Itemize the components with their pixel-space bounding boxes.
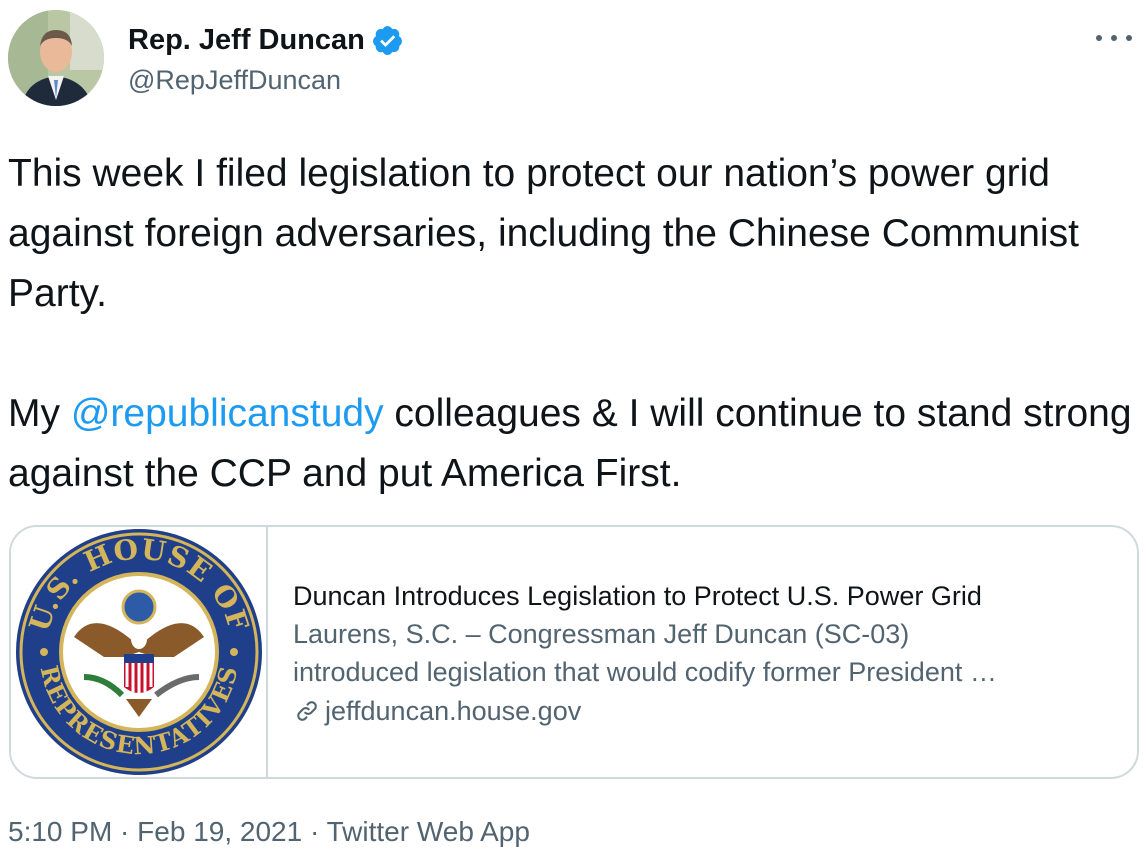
card-domain-text: jeffduncan.house.gov	[325, 696, 582, 726]
tweet-author: Rep. Jeff Duncan @RepJeffDuncan	[128, 22, 404, 98]
card-domain: jeffduncan.house.gov	[293, 691, 1137, 731]
tweet-text-segment: My	[8, 392, 71, 435]
tweet-meta: 5:10 PM · Feb 19, 2021 · Twitter Web App	[8, 812, 530, 852]
avatar[interactable]	[8, 10, 104, 106]
meta-separator: ·	[112, 816, 138, 847]
tweet-time[interactable]: 5:10 PM	[8, 816, 112, 847]
tweet-text: This week I filed legislation to protect…	[8, 144, 1138, 504]
link-icon	[297, 701, 317, 721]
more-options-button[interactable]	[1096, 26, 1132, 50]
author-handle[interactable]: @RepJeffDuncan	[128, 62, 404, 98]
more-dot-icon	[1111, 35, 1117, 41]
house-seal-icon: U.S. HOUSE OF REPRESENTATIVES	[15, 529, 262, 775]
card-title: Duncan Introduces Legislation to Protect…	[293, 581, 982, 611]
tweet-date[interactable]: Feb 19, 2021	[137, 816, 302, 847]
tweet-paragraph-1: This week I filed legislation to protect…	[8, 152, 1079, 315]
tweet-paragraph-2: My @republicanstudy colleagues & I will …	[8, 384, 1138, 504]
card-description-line-2: introduced legislation that would codify…	[293, 657, 997, 687]
mention-link[interactable]: @republicanstudy	[71, 392, 384, 435]
verified-badge-icon	[372, 25, 402, 55]
card-description-line-1: Laurens, S.C. – Congressman Jeff Duncan …	[293, 619, 910, 649]
link-preview-card[interactable]: U.S. HOUSE OF REPRESENTATIVES Duncan Int…	[9, 525, 1139, 779]
card-body: Duncan Introduces Legislation to Protect…	[268, 527, 1137, 777]
more-dot-icon	[1096, 35, 1102, 41]
tweet-source[interactable]: Twitter Web App	[327, 816, 530, 847]
card-thumbnail: U.S. HOUSE OF REPRESENTATIVES	[11, 527, 268, 777]
more-dot-icon	[1126, 35, 1132, 41]
profile-photo-icon	[8, 10, 104, 106]
meta-separator: ·	[302, 816, 327, 847]
author-name[interactable]: Rep. Jeff Duncan	[128, 22, 365, 58]
author-name-row: Rep. Jeff Duncan	[128, 22, 404, 58]
